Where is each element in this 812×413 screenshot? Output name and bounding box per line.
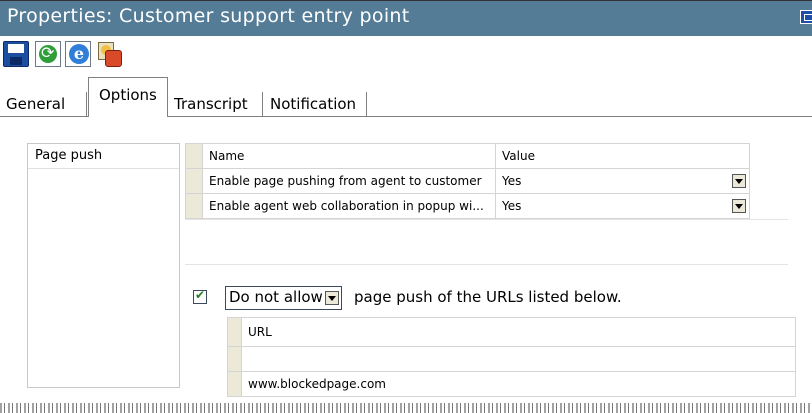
properties-grid-empty-area <box>185 219 788 265</box>
url-filter-mode-value: Do not allow <box>229 288 323 306</box>
url-filter-mode-select[interactable]: Do not allow <box>225 286 342 310</box>
property-value: Yes <box>502 174 522 188</box>
table-row[interactable]: www.blockedpage.com <box>227 371 796 397</box>
row-header <box>185 143 203 169</box>
url-cell[interactable]: www.blockedpage.com <box>241 371 796 397</box>
column-header-name[interactable]: Name <box>202 143 496 169</box>
row-header <box>227 317 242 347</box>
scan-artifact <box>0 403 812 413</box>
tab-options[interactable]: Options <box>88 77 168 117</box>
internet-explorer-icon[interactable]: e <box>65 41 91 67</box>
column-header-url[interactable]: URL <box>241 317 796 347</box>
row-header[interactable] <box>227 371 242 397</box>
tab-transcript[interactable]: Transcript <box>174 95 248 113</box>
chevron-down-icon[interactable] <box>325 291 339 305</box>
refresh-icon[interactable] <box>35 41 61 67</box>
title-bar: Properties: Customer support entry point <box>0 0 812 36</box>
row-header[interactable] <box>185 168 203 194</box>
url-filter-label: page push of the URLs listed below. <box>354 288 622 306</box>
url-filter-checkbox[interactable] <box>193 288 207 304</box>
table-header-row: Name Value <box>185 143 750 169</box>
tab-separator <box>262 92 263 116</box>
url-cell[interactable] <box>241 346 796 372</box>
property-value-cell[interactable]: Yes <box>495 168 750 194</box>
tab-separator <box>86 92 87 116</box>
chevron-down-icon[interactable] <box>732 174 746 188</box>
properties-icon[interactable] <box>96 41 122 67</box>
maximize-icon[interactable] <box>800 10 812 24</box>
table-header-row: URL <box>227 317 796 347</box>
property-value-cell[interactable]: Yes <box>495 193 750 219</box>
tab-separator <box>366 92 367 116</box>
row-header[interactable] <box>227 346 242 372</box>
column-header-value[interactable]: Value <box>495 143 750 169</box>
options-sidebar: Page push <box>27 143 180 388</box>
property-value: Yes <box>502 199 522 213</box>
property-name: Enable page pushing from agent to custom… <box>202 168 496 194</box>
table-row[interactable]: Enable agent web collaboration in popup … <box>185 193 750 219</box>
window-title: Properties: Customer support entry point <box>7 5 410 27</box>
url-table: URL www.blockedpage.com <box>227 317 796 397</box>
save-icon[interactable] <box>3 41 29 67</box>
tab-notification[interactable]: Notification <box>270 95 356 113</box>
property-name: Enable agent web collaboration in popup … <box>202 193 496 219</box>
sidebar-item-page-push[interactable]: Page push <box>28 144 179 169</box>
properties-table: Name Value Enable page pushing from agen… <box>185 143 750 219</box>
sidebar-item-label: Page push <box>35 148 103 163</box>
table-row[interactable]: Enable page pushing from agent to custom… <box>185 168 750 194</box>
table-row[interactable] <box>227 346 796 372</box>
chevron-down-icon[interactable] <box>732 199 746 213</box>
row-header[interactable] <box>185 193 203 219</box>
tab-general[interactable]: General <box>6 95 65 113</box>
